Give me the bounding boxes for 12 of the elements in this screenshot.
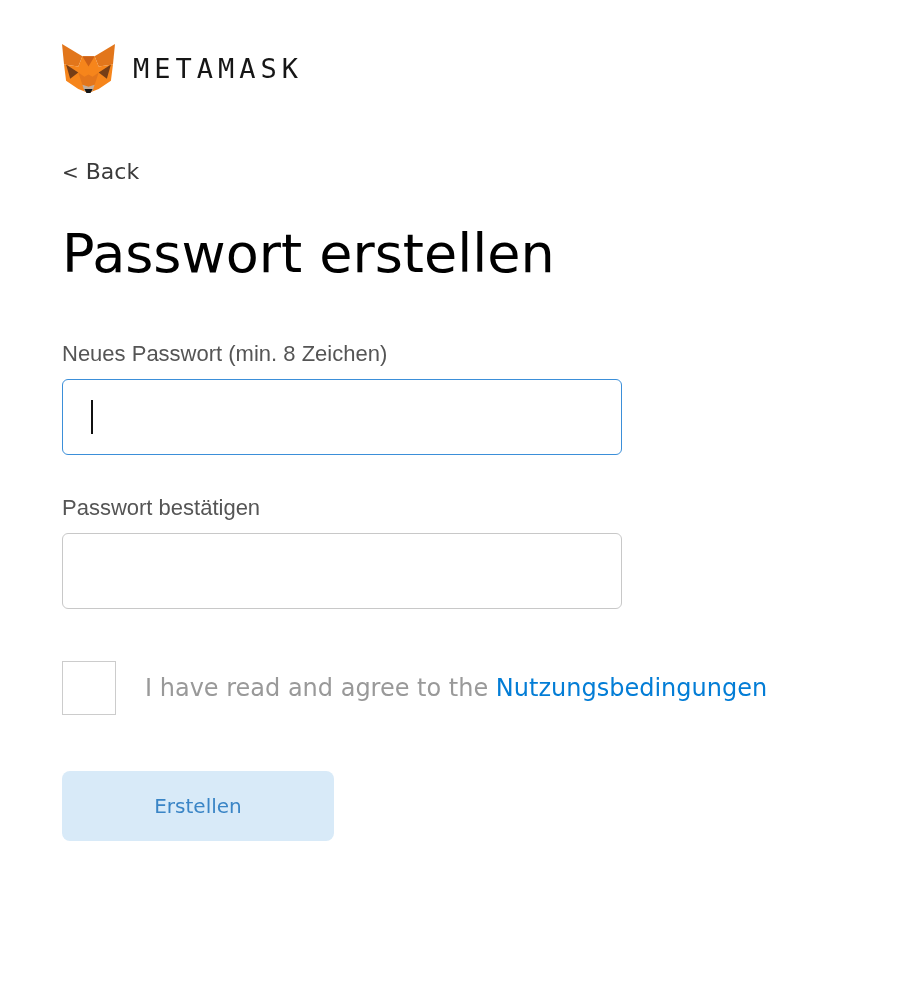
text-cursor	[91, 399, 93, 434]
back-link[interactable]: < Back	[62, 159, 140, 184]
page-title: Passwort erstellen	[62, 222, 555, 287]
fox-head-drawing	[62, 44, 115, 93]
terms-checkbox[interactable]	[62, 660, 116, 715]
field-label: Passwort bestätigen	[62, 494, 261, 521]
logo-wordmark: METAMASK	[133, 53, 304, 84]
password-field[interactable]	[62, 532, 622, 609]
terms-text: I have read and agree to the Nutzungsbedingungen	[145, 673, 768, 702]
terms-link[interactable]: Nutzungsbedingungen	[495, 673, 768, 702]
field-label: Neues Passwort (min. 8 Zeichen)	[62, 340, 388, 367]
password-field[interactable]	[62, 378, 622, 455]
